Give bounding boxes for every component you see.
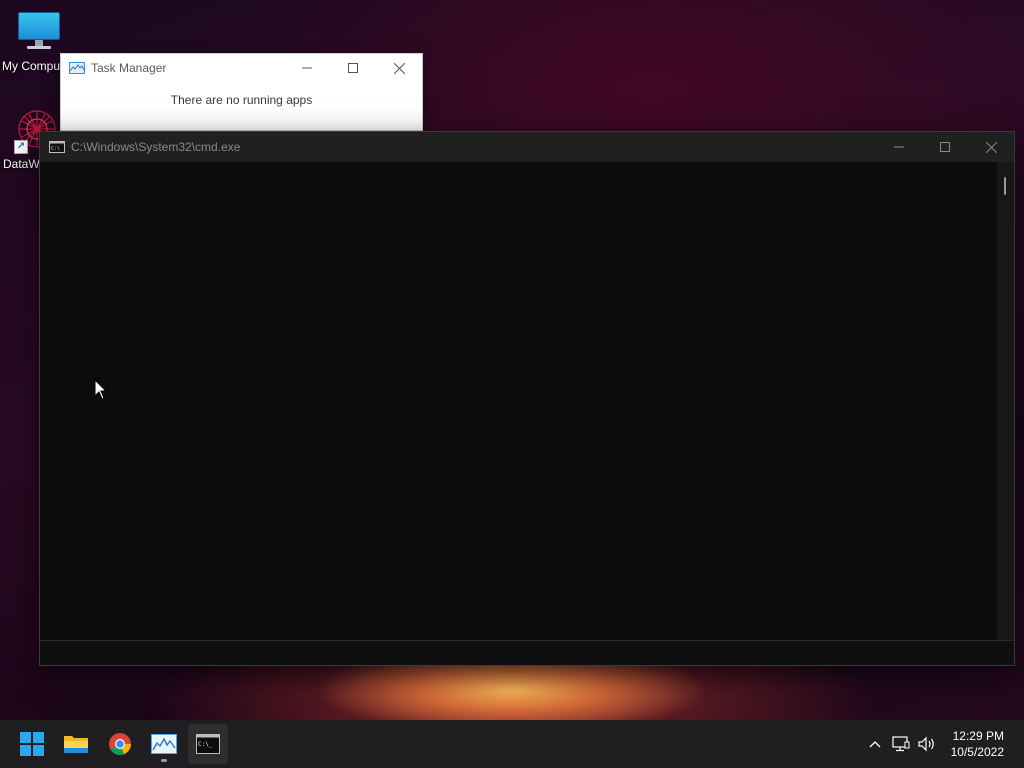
maximize-icon — [940, 142, 950, 152]
volume-button[interactable] — [915, 732, 939, 756]
task-manager-icon — [151, 734, 177, 754]
minimize-button[interactable] — [876, 132, 922, 162]
shortcut-arrow-icon: ↗ — [14, 140, 28, 154]
desktop-icon-label: My Compu — [2, 59, 61, 73]
window-title: C:\Windows\System32\cmd.exe — [71, 140, 241, 154]
vertical-scrollbar[interactable] — [997, 162, 1014, 642]
running-indicator — [161, 759, 167, 762]
no-apps-message: There are no running apps — [170, 93, 313, 107]
cmd-icon: C:\_ — [196, 734, 220, 754]
clock-time: 12:29 PM — [952, 729, 1004, 743]
start-button[interactable] — [12, 724, 52, 764]
cmd-window[interactable]: C:\ C:\Windows\System32\cmd.exe — [39, 131, 1015, 666]
close-icon — [985, 141, 997, 153]
task-manager-titlebar[interactable]: Task Manager — [61, 54, 422, 82]
minimize-icon — [894, 146, 904, 148]
maximize-button[interactable] — [922, 132, 968, 162]
cmd-titlebar[interactable]: C:\ C:\Windows\System32\cmd.exe — [40, 132, 1014, 162]
taskbar: C:\_ 12:29 PM 10/5/2022 — [0, 720, 1024, 768]
close-icon — [393, 62, 405, 74]
task-manager-icon — [69, 62, 85, 74]
clock-date: 10/5/2022 — [950, 745, 1004, 759]
svg-text:C:\: C:\ — [51, 146, 60, 152]
computer-icon — [18, 12, 60, 50]
chrome-icon — [109, 733, 131, 755]
network-button[interactable] — [889, 732, 913, 756]
network-icon — [892, 736, 910, 752]
window-title: Task Manager — [91, 61, 167, 75]
chevron-up-icon — [869, 741, 881, 748]
cmd-icon: C:\ — [49, 141, 65, 153]
taskbar-chrome[interactable] — [100, 724, 140, 764]
minimize-icon — [302, 67, 312, 69]
console-output[interactable] — [40, 162, 998, 642]
scrollbar-thumb[interactable] — [1004, 177, 1006, 195]
clock[interactable]: 12:29 PM 10/5/2022 — [941, 728, 1024, 760]
mouse-cursor-icon — [94, 379, 108, 400]
folder-icon — [64, 736, 88, 753]
task-manager-window[interactable]: Task Manager There are no running apps — [60, 53, 423, 131]
taskbar-task-manager[interactable] — [144, 724, 184, 764]
desktop-icon-label: DataW — [3, 157, 40, 171]
close-button[interactable] — [376, 54, 422, 82]
taskbar-cmd[interactable]: C:\_ — [188, 724, 228, 764]
close-button[interactable] — [968, 132, 1014, 162]
maximize-button[interactable] — [330, 54, 376, 82]
speaker-icon — [918, 736, 934, 752]
windows-start-icon — [20, 732, 44, 756]
svg-text:C:\_: C:\_ — [198, 741, 213, 748]
cmd-bottom-strip — [40, 640, 1014, 665]
maximize-icon — [348, 63, 358, 73]
taskbar-file-explorer[interactable] — [56, 724, 96, 764]
show-hidden-icons-button[interactable] — [863, 732, 887, 756]
system-tray: 12:29 PM 10/5/2022 — [863, 720, 1024, 768]
minimize-button[interactable] — [284, 54, 330, 82]
